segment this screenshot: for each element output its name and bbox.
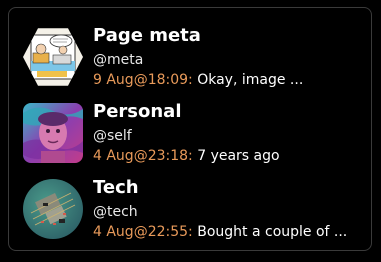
message-preview: 7 years ago	[197, 148, 280, 164]
chat-handle: @self	[93, 128, 132, 144]
chat-item-page-meta[interactable]: Page meta @meta 9 Aug@18:09: Okay, image…	[9, 25, 371, 101]
message-timestamp: 9 Aug@18:09:	[93, 72, 193, 88]
chat-item-tech[interactable]: Tech @tech 4 Aug@22:55: Bought a couple …	[9, 177, 371, 253]
comic-strip-avatar-icon	[23, 28, 83, 86]
chat-handle: @meta	[93, 52, 144, 68]
chat-item-personal[interactable]: Personal @self 4 Aug@23:18: 7 years ago	[9, 101, 371, 177]
chat-title: Personal	[93, 101, 182, 122]
message-timestamp: 4 Aug@22:55:	[93, 224, 193, 240]
chat-title: Tech	[93, 177, 139, 198]
chat-last-message: 4 Aug@22:55: Bought a couple of ...	[93, 223, 365, 241]
message-timestamp: 4 Aug@23:18:	[93, 148, 193, 164]
message-preview: Bought a couple of ...	[197, 224, 348, 240]
chat-handle: @tech	[93, 204, 138, 220]
chat-last-message: 9 Aug@18:09: Okay, image ...	[93, 71, 365, 89]
chat-list-panel: Page meta @meta 9 Aug@18:09: Okay, image…	[8, 7, 372, 251]
message-preview: Okay, image ...	[197, 72, 304, 88]
chat-title: Page meta	[93, 25, 201, 46]
circuit-board-avatar-icon	[23, 179, 83, 239]
portrait-avatar-icon	[23, 103, 83, 163]
chat-last-message: 4 Aug@23:18: 7 years ago	[93, 147, 365, 165]
